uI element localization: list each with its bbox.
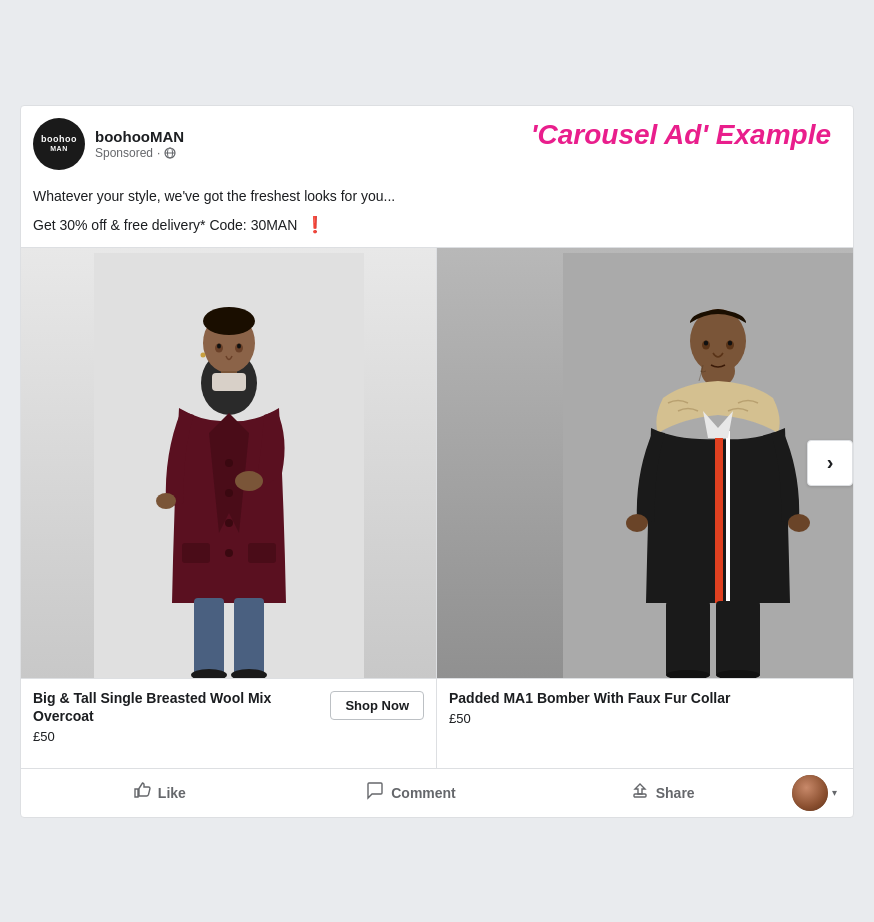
sponsored-separator: · [157,146,160,160]
product-figure-1 [94,253,364,678]
avatar-wrapper[interactable]: ▾ [788,771,841,815]
product-footer-row-1: Big & Tall Single Breasted Wool Mix Over… [33,689,424,744]
svg-point-31 [626,514,648,532]
ad-body-text-line1: Whatever your style, we've got the fresh… [21,178,853,211]
globe-icon [164,147,176,159]
svg-rect-16 [234,598,264,676]
ad-container: boohoo MAN boohooMAN Sponsored · [20,105,854,818]
carousel-wrapper: Big & Tall Single Breasted Wool Mix Over… [21,247,853,768]
comment-icon [365,780,385,805]
svg-point-10 [225,489,233,497]
product-img-bg-1 [21,248,436,678]
share-label: Share [656,785,695,801]
product-image-2[interactable]: › [437,248,853,678]
product-footer-1: Big & Tall Single Breasted Wool Mix Over… [21,678,436,768]
product-footer-2: Padded MA1 Bomber With Faux Fur Collar £… [437,678,853,768]
product-img-bg-2 [437,248,853,678]
svg-point-12 [225,549,233,557]
share-button[interactable]: Share [536,772,788,813]
share-icon [630,780,650,805]
user-avatar[interactable] [792,775,828,811]
svg-point-40 [728,340,732,345]
logo-text-bottom: MAN [50,145,67,153]
ad-header: boohoo MAN boohooMAN Sponsored · [21,106,853,178]
svg-point-25 [200,352,205,357]
svg-rect-29 [715,431,723,603]
brand-logo[interactable]: boohoo MAN [33,118,85,170]
svg-point-32 [788,514,810,532]
product-title-1: Big & Tall Single Breasted Wool Mix Over… [33,689,330,725]
svg-rect-34 [716,601,760,677]
svg-point-13 [235,471,263,491]
svg-point-24 [237,343,241,348]
like-button[interactable]: Like [33,772,285,813]
svg-rect-30 [726,431,730,603]
like-icon [132,780,152,805]
carousel-item-2: › Padded MA1 Bomber With Faux Fur Collar… [437,248,853,768]
svg-point-6 [203,307,255,335]
svg-rect-19 [182,543,210,563]
avatar-image [792,775,828,811]
ad-promo-text: Get 30% off & free delivery* Code: 30MAN… [21,211,853,247]
sponsored-row: Sponsored · [95,146,184,160]
svg-rect-8 [212,373,246,391]
product-image-1[interactable] [21,248,436,678]
comment-button[interactable]: Comment [285,772,537,813]
product-info-1: Big & Tall Single Breasted Wool Mix Over… [33,689,330,744]
svg-point-9 [225,459,233,467]
comment-label: Comment [391,785,456,801]
brand-row: boohoo MAN boohooMAN Sponsored · [33,118,184,170]
carousel-item-1: Big & Tall Single Breasted Wool Mix Over… [21,248,437,768]
product-price-1: £50 [33,729,330,744]
svg-point-11 [225,519,233,527]
sponsored-label: Sponsored [95,146,153,160]
svg-rect-20 [248,543,276,563]
ad-actions-bar: Like Comment Share ▾ [21,768,853,817]
svg-point-23 [217,343,221,348]
brand-info: boohooMAN Sponsored · [95,127,184,161]
product-title-2: Padded MA1 Bomber With Faux Fur Collar [449,689,841,707]
exclamation-icon: ❗ [305,216,325,233]
carousel-ad-title: 'Carousel Ad' Example [519,118,843,152]
avatar-dropdown-caret[interactable]: ▾ [832,787,837,798]
svg-rect-15 [194,598,224,676]
product-info-2: Padded MA1 Bomber With Faux Fur Collar £… [449,689,841,726]
svg-rect-41 [634,794,646,797]
like-label: Like [158,785,186,801]
shop-now-button-1[interactable]: Shop Now [330,691,424,720]
carousel-next-button[interactable]: › [807,440,853,486]
promo-code-text: Get 30% off & free delivery* Code: 30MAN [33,217,297,233]
svg-rect-33 [666,601,710,677]
svg-point-39 [704,340,708,345]
brand-name[interactable]: boohooMAN [95,127,184,147]
product-price-2: £50 [449,711,841,726]
logo-text-top: boohoo [41,134,77,145]
svg-point-14 [156,493,176,509]
